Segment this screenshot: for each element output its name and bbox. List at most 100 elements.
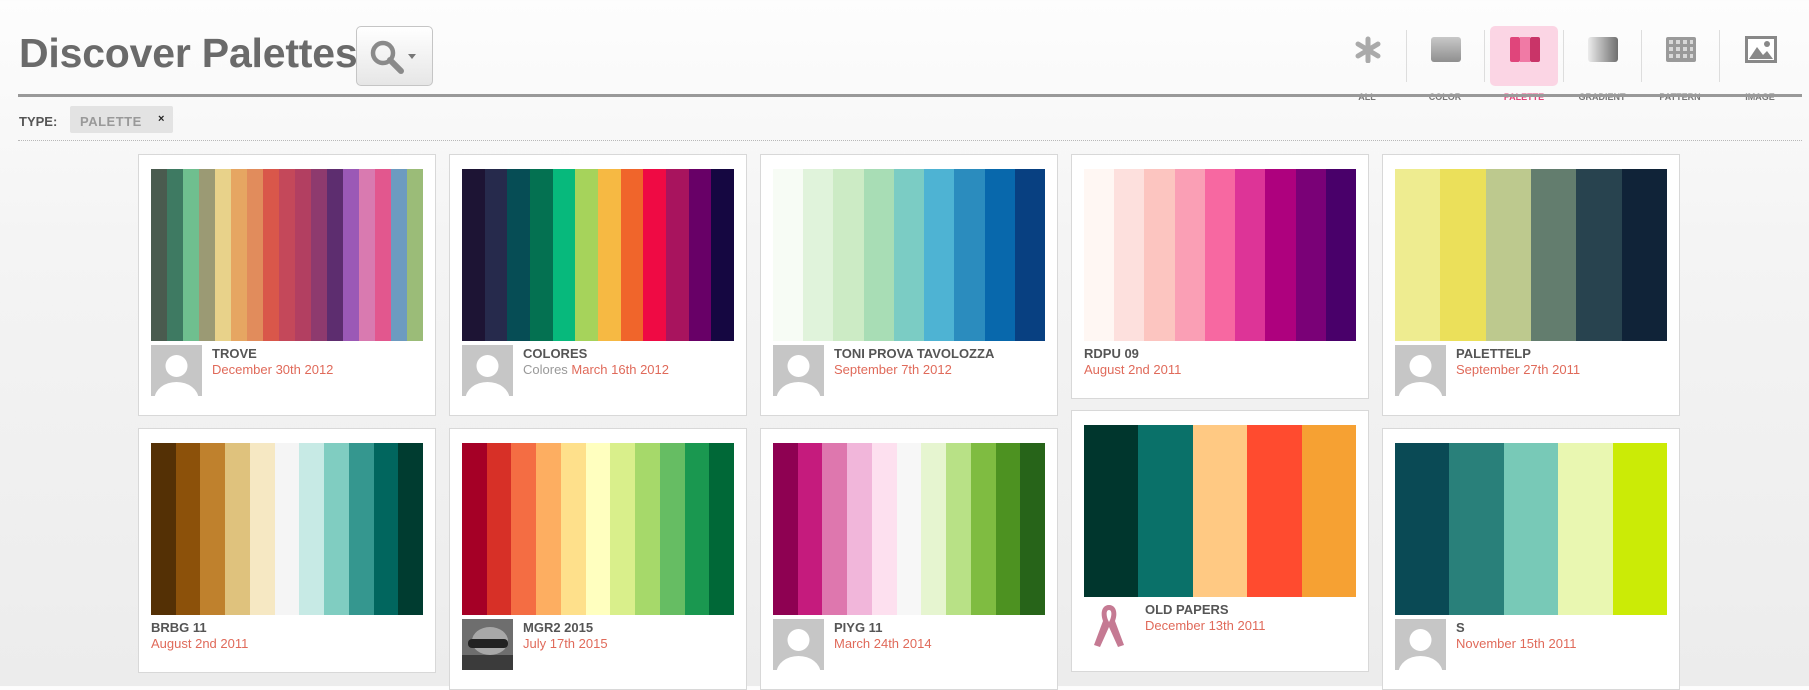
palette-color-stripe bbox=[643, 169, 667, 341]
avatar-placeholder[interactable] bbox=[462, 345, 513, 396]
palette-color-stripe bbox=[1325, 169, 1356, 341]
page-title: Discover Palettes bbox=[19, 30, 358, 76]
palette-title[interactable]: BRBG 11 bbox=[151, 620, 207, 635]
search-button[interactable] bbox=[356, 26, 433, 86]
avatar-photo[interactable] bbox=[462, 619, 513, 670]
palette-swatch[interactable] bbox=[1395, 169, 1667, 341]
palette-swatch[interactable] bbox=[1084, 169, 1356, 341]
palette-color-stripe bbox=[151, 443, 176, 615]
palette-title[interactable]: S bbox=[1456, 620, 1465, 635]
palette-color-stripe bbox=[709, 443, 735, 615]
palette-title[interactable]: OLD PAPERS bbox=[1145, 602, 1229, 617]
palette-card[interactable]: PIYG 11 March 24th 2014 bbox=[760, 428, 1058, 690]
palette-color-stripe bbox=[274, 443, 300, 615]
palette-card[interactable]: S November 15th 2011 bbox=[1382, 428, 1680, 690]
palette-swatch[interactable] bbox=[1084, 425, 1357, 597]
palette-color-stripe bbox=[921, 443, 947, 615]
palette-color-stripe bbox=[1235, 169, 1266, 341]
palette-color-stripe bbox=[359, 169, 375, 341]
palette-color-stripe bbox=[666, 169, 689, 341]
palette-color-stripe bbox=[536, 443, 561, 615]
palette-color-stripe bbox=[1395, 443, 1450, 615]
palette-author[interactable]: Colores bbox=[523, 362, 568, 377]
palette-color-stripe bbox=[773, 443, 798, 615]
palette-date: December 30th 2012 bbox=[212, 362, 334, 377]
palette-color-stripe bbox=[659, 443, 685, 615]
palette-card[interactable]: RDPU 09 August 2nd 2011 bbox=[1071, 154, 1369, 399]
avatar-placeholder[interactable] bbox=[1395, 345, 1446, 396]
remove-filter-icon[interactable]: × bbox=[158, 113, 164, 125]
palette-title[interactable]: MGR2 2015 bbox=[523, 620, 593, 635]
palette-swatch[interactable] bbox=[462, 169, 735, 341]
avatar-placeholder[interactable] bbox=[151, 345, 202, 396]
palette-title[interactable]: RDPU 09 bbox=[1084, 346, 1139, 361]
image-icon bbox=[1745, 36, 1777, 63]
type-filter-chip[interactable]: PALETTE × bbox=[70, 106, 173, 133]
palette-card[interactable]: PALETTELP September 27th 2011 bbox=[1382, 154, 1680, 416]
palette-title[interactable]: PALETTELP bbox=[1456, 346, 1531, 361]
filter-all[interactable]: ALL bbox=[1328, 26, 1406, 102]
avatar-placeholder[interactable] bbox=[773, 345, 824, 396]
palette-color-stripe bbox=[1084, 169, 1115, 341]
palette-color-stripe bbox=[299, 443, 325, 615]
palette-color-stripe bbox=[247, 169, 263, 341]
palette-color-stripe bbox=[1295, 169, 1326, 341]
palette-color-stripe bbox=[249, 443, 275, 615]
avatar-ribbon[interactable] bbox=[1084, 601, 1135, 652]
palette-color-stripe bbox=[311, 169, 327, 341]
palette-date: March 16th 2012 bbox=[571, 362, 669, 377]
palette-card[interactable]: OLD PAPERS December 13th 2011 bbox=[1071, 410, 1369, 672]
avatar-placeholder[interactable] bbox=[773, 619, 824, 670]
palette-card[interactable]: COLORES Colores March 16th 2012 bbox=[449, 154, 747, 416]
filter-image[interactable]: IMAGE bbox=[1721, 26, 1799, 102]
palette-color-stripe bbox=[552, 169, 576, 341]
palette-color-stripe bbox=[295, 169, 311, 341]
palette-color-stripe bbox=[462, 169, 485, 341]
palette-swatch[interactable] bbox=[773, 443, 1046, 615]
palette-color-stripe bbox=[507, 169, 531, 341]
filter-gradient[interactable]: GRADIENT bbox=[1563, 26, 1641, 102]
gradient-icon bbox=[1588, 37, 1618, 62]
asterisk-icon bbox=[1355, 36, 1381, 63]
filter-pattern[interactable]: PATTERN bbox=[1641, 26, 1719, 102]
palette-color-stripe bbox=[1114, 169, 1145, 341]
palette-color-stripe bbox=[1192, 425, 1248, 597]
palette-title[interactable]: TONI PROVA TAVOLOZZA bbox=[834, 346, 994, 361]
palette-card[interactable]: BRBG 11 August 2nd 2011 bbox=[138, 428, 436, 673]
palette-color-stripe bbox=[970, 443, 996, 615]
palette-color-stripe bbox=[896, 443, 922, 615]
user-silhouette-icon bbox=[465, 355, 510, 396]
palette-title[interactable]: PIYG 11 bbox=[834, 620, 882, 635]
palette-color-stripe bbox=[1558, 443, 1613, 615]
palette-swatch[interactable] bbox=[1395, 443, 1668, 615]
type-filter-label: TYPE: bbox=[19, 114, 58, 129]
palette-icon bbox=[1510, 37, 1540, 62]
palette-swatch[interactable] bbox=[462, 443, 735, 615]
palette-color-stripe bbox=[871, 443, 897, 615]
filter-palette[interactable]: PALETTE bbox=[1490, 26, 1558, 102]
palette-swatch[interactable] bbox=[773, 169, 1045, 341]
palette-swatch[interactable] bbox=[151, 443, 424, 615]
palette-card[interactable]: TROVE December 30th 2012 bbox=[138, 154, 436, 416]
palette-color-stripe bbox=[486, 443, 512, 615]
palette-card[interactable]: TONI PROVA TAVOLOZZA September 7th 2012 bbox=[760, 154, 1058, 416]
palette-card[interactable]: MGR2 2015 July 17th 2015 bbox=[449, 428, 747, 690]
palette-color-stripe bbox=[560, 443, 586, 615]
palette-color-stripe bbox=[167, 169, 183, 341]
avatar-placeholder[interactable] bbox=[1395, 619, 1446, 670]
palette-title[interactable]: COLORES bbox=[523, 346, 587, 361]
palette-color-stripe bbox=[1621, 169, 1667, 341]
filter-color[interactable]: COLOR bbox=[1406, 26, 1484, 102]
palette-color-stripe bbox=[199, 169, 215, 341]
palette-color-stripe bbox=[1020, 443, 1046, 615]
palette-color-stripe bbox=[688, 169, 712, 341]
palette-color-stripe bbox=[1576, 169, 1622, 341]
palette-color-stripe bbox=[575, 169, 599, 341]
palette-color-stripe bbox=[407, 169, 423, 341]
palette-color-stripe bbox=[684, 443, 710, 615]
palette-color-stripe bbox=[200, 443, 226, 615]
palette-title[interactable]: TROVE bbox=[212, 346, 257, 361]
palette-swatch[interactable] bbox=[151, 169, 423, 341]
palette-color-stripe bbox=[1265, 169, 1296, 341]
palette-color-stripe bbox=[1530, 169, 1577, 341]
